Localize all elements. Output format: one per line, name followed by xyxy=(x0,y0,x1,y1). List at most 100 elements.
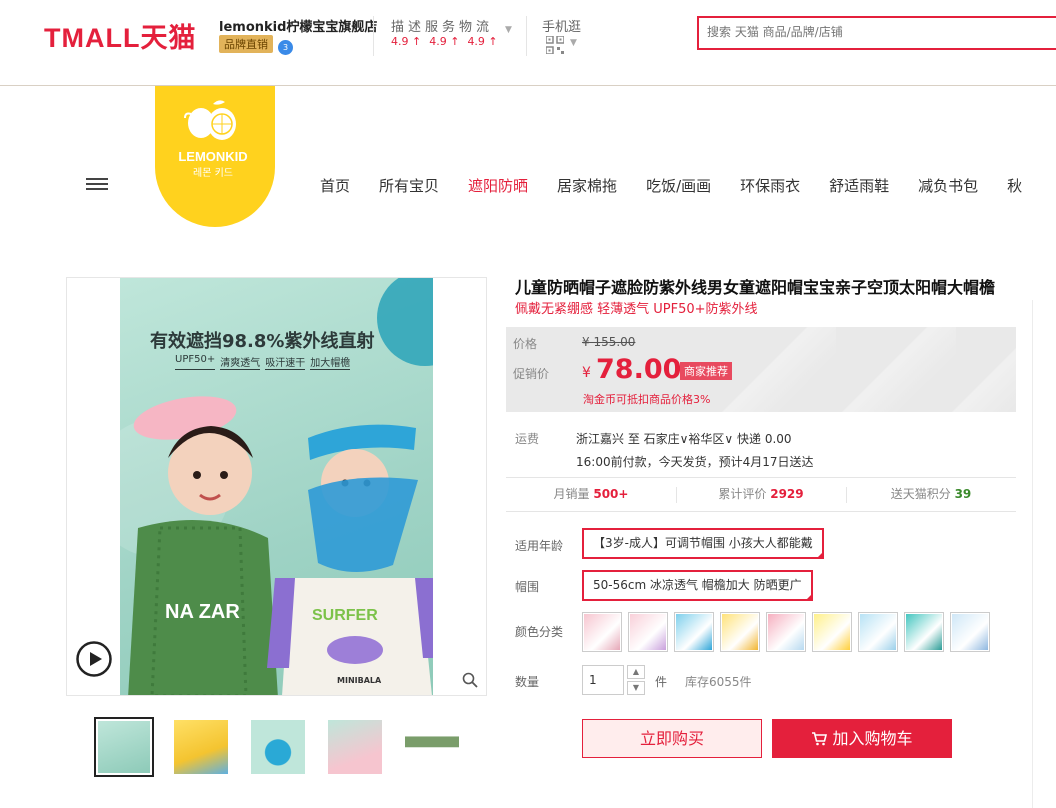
taobao-coin-note[interactable]: 淘金币可抵扣商品价格3% xyxy=(583,391,710,407)
banner-tag: 清爽透气 xyxy=(220,354,261,370)
nav-item-home[interactable]: 首页 xyxy=(320,175,350,196)
size-label: 帽围 xyxy=(515,580,540,594)
shop-name[interactable]: lemonkid柠檬宝宝旗舰店 xyxy=(219,16,377,35)
main-product-image[interactable]: NA ZAR SURFER 有效遮挡98.8%紫外线直射 UPF50+ 清爽透气… xyxy=(66,277,487,696)
nav-item-eating-drawing[interactable]: 吃饭/画画 xyxy=(646,175,711,196)
add-to-cart-button[interactable]: 加入购物车 xyxy=(772,719,952,758)
stat-label: 累计评价 xyxy=(718,487,767,501)
shop-rating-title: 描述服务物流 xyxy=(391,20,494,35)
nav-item-sun-protection[interactable]: 遮阳防晒 xyxy=(468,175,528,196)
header-divider xyxy=(373,16,374,56)
sales-stats: 月销量 500+ 累计评价 2929 送天猫积分 39 xyxy=(506,477,1016,512)
page-divider xyxy=(1032,300,1033,808)
color-swatch[interactable] xyxy=(950,612,990,652)
search-input[interactable] xyxy=(707,25,1047,39)
thumbnail-strip xyxy=(94,717,462,777)
zoom-icon[interactable] xyxy=(462,672,478,688)
rating-description: 4.9 ↑ xyxy=(391,35,422,48)
price-panel: 价格 ¥ 155.00 促销价 ¥ 78.00 商家推荐 淘金币可抵扣商品价格3… xyxy=(506,327,1016,412)
brand-direct-badge: 品牌直销 xyxy=(219,35,273,53)
monthly-sales: 月销量 500+ xyxy=(506,478,676,511)
quantity-label: 数量 xyxy=(515,675,540,689)
nav-item-autumn[interactable]: 秋 xyxy=(1007,175,1022,196)
price-label: 价格 xyxy=(513,337,538,351)
shop-rating-scores: 4.9 ↑ 4.9 ↑ 4.9 ↑ xyxy=(391,35,498,48)
menu-icon[interactable] xyxy=(86,178,108,190)
banner-tag: UPF50+ xyxy=(175,354,216,370)
buy-now-button[interactable]: 立即购买 xyxy=(582,719,762,758)
nav-item-rain-boots[interactable]: 舒适雨鞋 xyxy=(829,175,889,196)
total-reviews[interactable]: 累计评价 2929 xyxy=(676,478,846,511)
shop-nav: 首页 所有宝贝 遮阳防晒 居家棉拖 吃饭/画画 环保雨衣 舒适雨鞋 减负书包 秋 xyxy=(320,175,1051,196)
rating-service: 4.9 ↑ xyxy=(429,35,460,48)
lemonkid-brand-logo[interactable]: LEMONKID 레몬 키드 xyxy=(155,86,275,227)
thumbnail[interactable] xyxy=(171,717,231,777)
product-subtitle: 佩戴无紧绷感 轻薄透气 UPF50+防紫外线 xyxy=(515,302,758,317)
banner-tag: 加大帽檐 xyxy=(310,354,351,370)
chevron-down-icon[interactable]: ▼ xyxy=(570,38,577,48)
color-label: 颜色分类 xyxy=(515,625,564,639)
rating-logistics: 4.9 ↑ xyxy=(467,35,498,48)
nav-item-all-products[interactable]: 所有宝贝 xyxy=(379,175,439,196)
stat-value: 39 xyxy=(954,487,972,501)
rating-dropdown-icon[interactable]: ▼ xyxy=(505,25,512,35)
add-to-cart-label: 加入购物车 xyxy=(832,729,913,748)
stat-label: 月销量 xyxy=(553,487,590,501)
quantity-input[interactable] xyxy=(582,665,624,695)
qr-code-icon[interactable] xyxy=(546,36,564,54)
mobile-shop-label[interactable]: 手机逛 xyxy=(542,16,581,35)
color-swatch[interactable] xyxy=(582,612,622,652)
site-header: TMALL天猫 lemonkid柠檬宝宝旗舰店 品牌直销 3 描述服务物流 4.… xyxy=(0,0,1056,86)
color-swatch[interactable] xyxy=(812,612,852,652)
shipping-label: 运费 xyxy=(515,432,540,446)
banner-tag: 吸汗速干 xyxy=(265,354,306,370)
color-swatch[interactable] xyxy=(766,612,806,652)
original-price: ¥ 155.00 xyxy=(582,335,636,349)
shipping-estimate: 16:00前付款，今天发货，预计4月17日送达 xyxy=(576,455,814,469)
thumbnail[interactable] xyxy=(325,717,385,777)
merchant-recommend-badge: 商家推荐 xyxy=(680,362,732,380)
quantity-unit: 件 xyxy=(655,675,668,689)
promo-price: 78.00 xyxy=(596,354,682,385)
quantity-increase-button[interactable]: ▲ xyxy=(627,665,645,679)
color-swatch[interactable] xyxy=(904,612,944,652)
currency-symbol: ¥ xyxy=(582,365,591,381)
tmall-points: 送天猫积分 39 xyxy=(846,478,1016,511)
stat-label: 送天猫积分 xyxy=(890,487,951,501)
header-divider xyxy=(526,16,527,56)
shirt-print-text: NA ZAR xyxy=(165,601,240,623)
banner-title: 有效遮挡98.8%紫外线直射 xyxy=(150,331,375,352)
age-label: 适用年龄 xyxy=(515,539,564,553)
color-swatch[interactable] xyxy=(720,612,760,652)
play-video-icon[interactable] xyxy=(76,641,112,677)
stock-count: 库存6055件 xyxy=(685,675,752,689)
stat-value: 500+ xyxy=(593,487,629,501)
thumbnail[interactable] xyxy=(248,717,308,777)
promo-price-label: 促销价 xyxy=(513,367,550,381)
thumbnail[interactable] xyxy=(94,717,154,777)
brand-logo-subname: 레몬 키드 xyxy=(193,167,233,179)
color-swatch[interactable] xyxy=(858,612,898,652)
search-box[interactable] xyxy=(697,16,1056,50)
nav-item-home-slippers[interactable]: 居家棉拖 xyxy=(557,175,617,196)
size-option[interactable]: 50-56cm 冰凉透气 帽檐加大 防晒更广 xyxy=(582,570,813,601)
cart-icon xyxy=(812,732,828,746)
lemon-icon xyxy=(184,100,236,140)
age-option[interactable]: 【3岁-成人】可调节帽围 小孩大人都能戴 xyxy=(582,528,824,559)
thumbnail[interactable] xyxy=(402,717,462,777)
brand-logo-name: LEMONKID xyxy=(178,149,247,164)
color-swatches xyxy=(582,612,990,652)
tmall-logo[interactable]: TMALL天猫 xyxy=(44,16,196,55)
nav-item-raincoat[interactable]: 环保雨衣 xyxy=(740,175,800,196)
nav-item-schoolbag[interactable]: 减负书包 xyxy=(918,175,978,196)
shirt-surfer-text: SURFER xyxy=(312,607,378,624)
shop-level-icon: 3 xyxy=(278,40,293,55)
product-photo: NA ZAR SURFER 有效遮挡98.8%紫外线直射 UPF50+ 清爽透气… xyxy=(120,278,433,695)
color-swatch[interactable] xyxy=(628,612,668,652)
quantity-decrease-button[interactable]: ▼ xyxy=(627,681,645,695)
shipping-route-selector[interactable]: 浙江嘉兴 至 石家庄∨裕华区∨ 快递 0.00 xyxy=(576,430,792,447)
color-swatch[interactable] xyxy=(674,612,714,652)
banner-tags: UPF50+ 清爽透气 吸汗速干 加大帽檐 xyxy=(175,354,351,370)
shirt-brand-text: MINIBALA xyxy=(337,676,382,685)
stat-value: 2929 xyxy=(770,487,804,501)
